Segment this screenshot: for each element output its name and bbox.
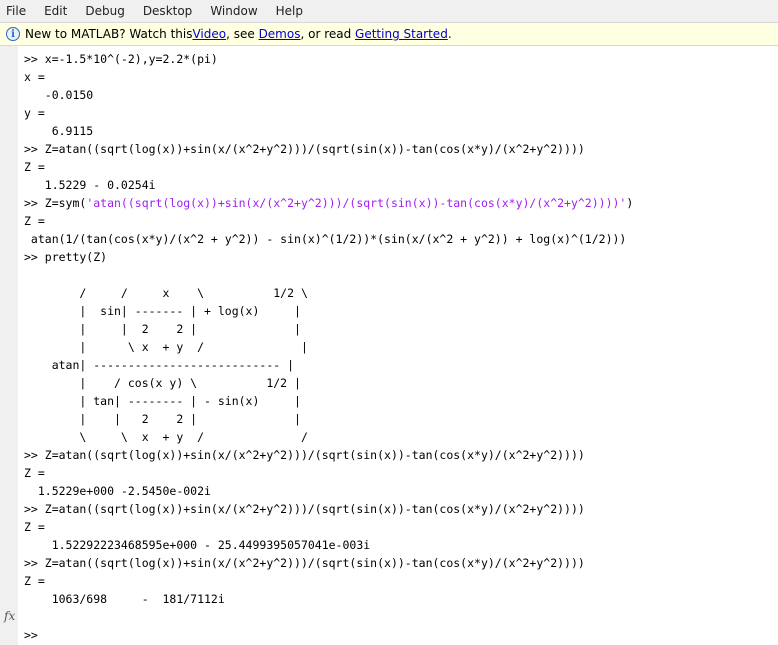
console-line: Z =: [24, 520, 45, 534]
console-line: x =: [24, 70, 45, 84]
pretty-line: | sin| ------- | + log(x) |: [24, 304, 301, 318]
pretty-line: \ \ x + y / /: [24, 430, 308, 444]
console-line: Z =: [24, 160, 45, 174]
video-link[interactable]: Video: [192, 27, 226, 41]
pretty-line: | | 2 2 | |: [24, 412, 301, 426]
console-line: -0.0150: [24, 88, 94, 102]
command-window[interactable]: >> x=-1.5*10^(-2),y=2.2*(pi) x = -0.0150…: [24, 50, 633, 644]
console-line: 1.52292223468595e+000 - 25.4499395057041…: [24, 538, 371, 552]
menu-edit[interactable]: Edit: [35, 4, 76, 18]
menu-debug[interactable]: Debug: [76, 4, 133, 18]
info-suffix: .: [447, 27, 452, 41]
menu-bar: File Edit Debug Desktop Window Help: [0, 0, 778, 22]
pretty-line: atan| --------------------------- |: [24, 358, 295, 372]
string-literal: 'atan((sqrt(log(x))+sin(x/(x^2+y^2)))/(s…: [86, 196, 627, 210]
console-line: >> Z=atan((sqrt(log(x))+sin(x/(x^2+y^2))…: [24, 502, 585, 516]
console-line: >> Z=atan((sqrt(log(x))+sin(x/(x^2+y^2))…: [24, 142, 585, 156]
console-line: 1063/698 - 181/7112i: [24, 592, 225, 606]
console-line: Z =: [24, 574, 45, 588]
console-line: Z =: [24, 466, 45, 480]
pretty-line: | tan| -------- | - sin(x) |: [24, 394, 301, 408]
pretty-line: | | 2 2 | |: [24, 322, 301, 336]
pretty-line: | / cos(x y) \ 1/2 |: [24, 376, 301, 390]
menu-file[interactable]: File: [0, 4, 35, 18]
info-sep2: , or read: [300, 27, 356, 41]
console-line: >> x=-1.5*10^(-2),y=2.2*(pi): [24, 52, 218, 66]
info-prefix: New to MATLAB? Watch this: [25, 27, 193, 41]
command-prompt[interactable]: >>: [24, 628, 45, 642]
info-bar: i New to MATLAB? Watch this Video, see D…: [0, 22, 778, 46]
pretty-line: / / x \ 1/2 \: [24, 286, 308, 300]
console-line: >> pretty(Z): [24, 250, 108, 264]
console-line: 1.5229e+000 -2.5450e-002i: [24, 484, 211, 498]
console-line: >> Z=atan((sqrt(log(x))+sin(x/(x^2+y^2))…: [24, 556, 585, 570]
console-line: 1.5229 - 0.0254i: [24, 178, 156, 192]
menu-desktop[interactable]: Desktop: [134, 4, 202, 18]
console-line: ): [626, 196, 634, 210]
fx-icon[interactable]: fx: [4, 609, 15, 623]
menu-window[interactable]: Window: [201, 4, 266, 18]
demos-link[interactable]: Demos: [259, 27, 301, 41]
console-line: Z =: [24, 214, 45, 228]
pretty-line: | \ x + y / |: [24, 340, 308, 354]
console-gutter: [0, 46, 18, 645]
console-line: 6.9115: [24, 124, 94, 138]
console-line: y =: [24, 106, 45, 120]
console-line: atan(1/(tan(cos(x*y)/(x^2 + y^2)) - sin(…: [24, 232, 627, 246]
getting-started-link[interactable]: Getting Started: [355, 27, 448, 41]
console-line: >> Z=sym(: [24, 196, 87, 210]
info-sep1: , see: [226, 27, 259, 41]
info-icon: i: [6, 27, 20, 41]
console-line: >> Z=atan((sqrt(log(x))+sin(x/(x^2+y^2))…: [24, 448, 585, 462]
menu-help[interactable]: Help: [267, 4, 312, 18]
